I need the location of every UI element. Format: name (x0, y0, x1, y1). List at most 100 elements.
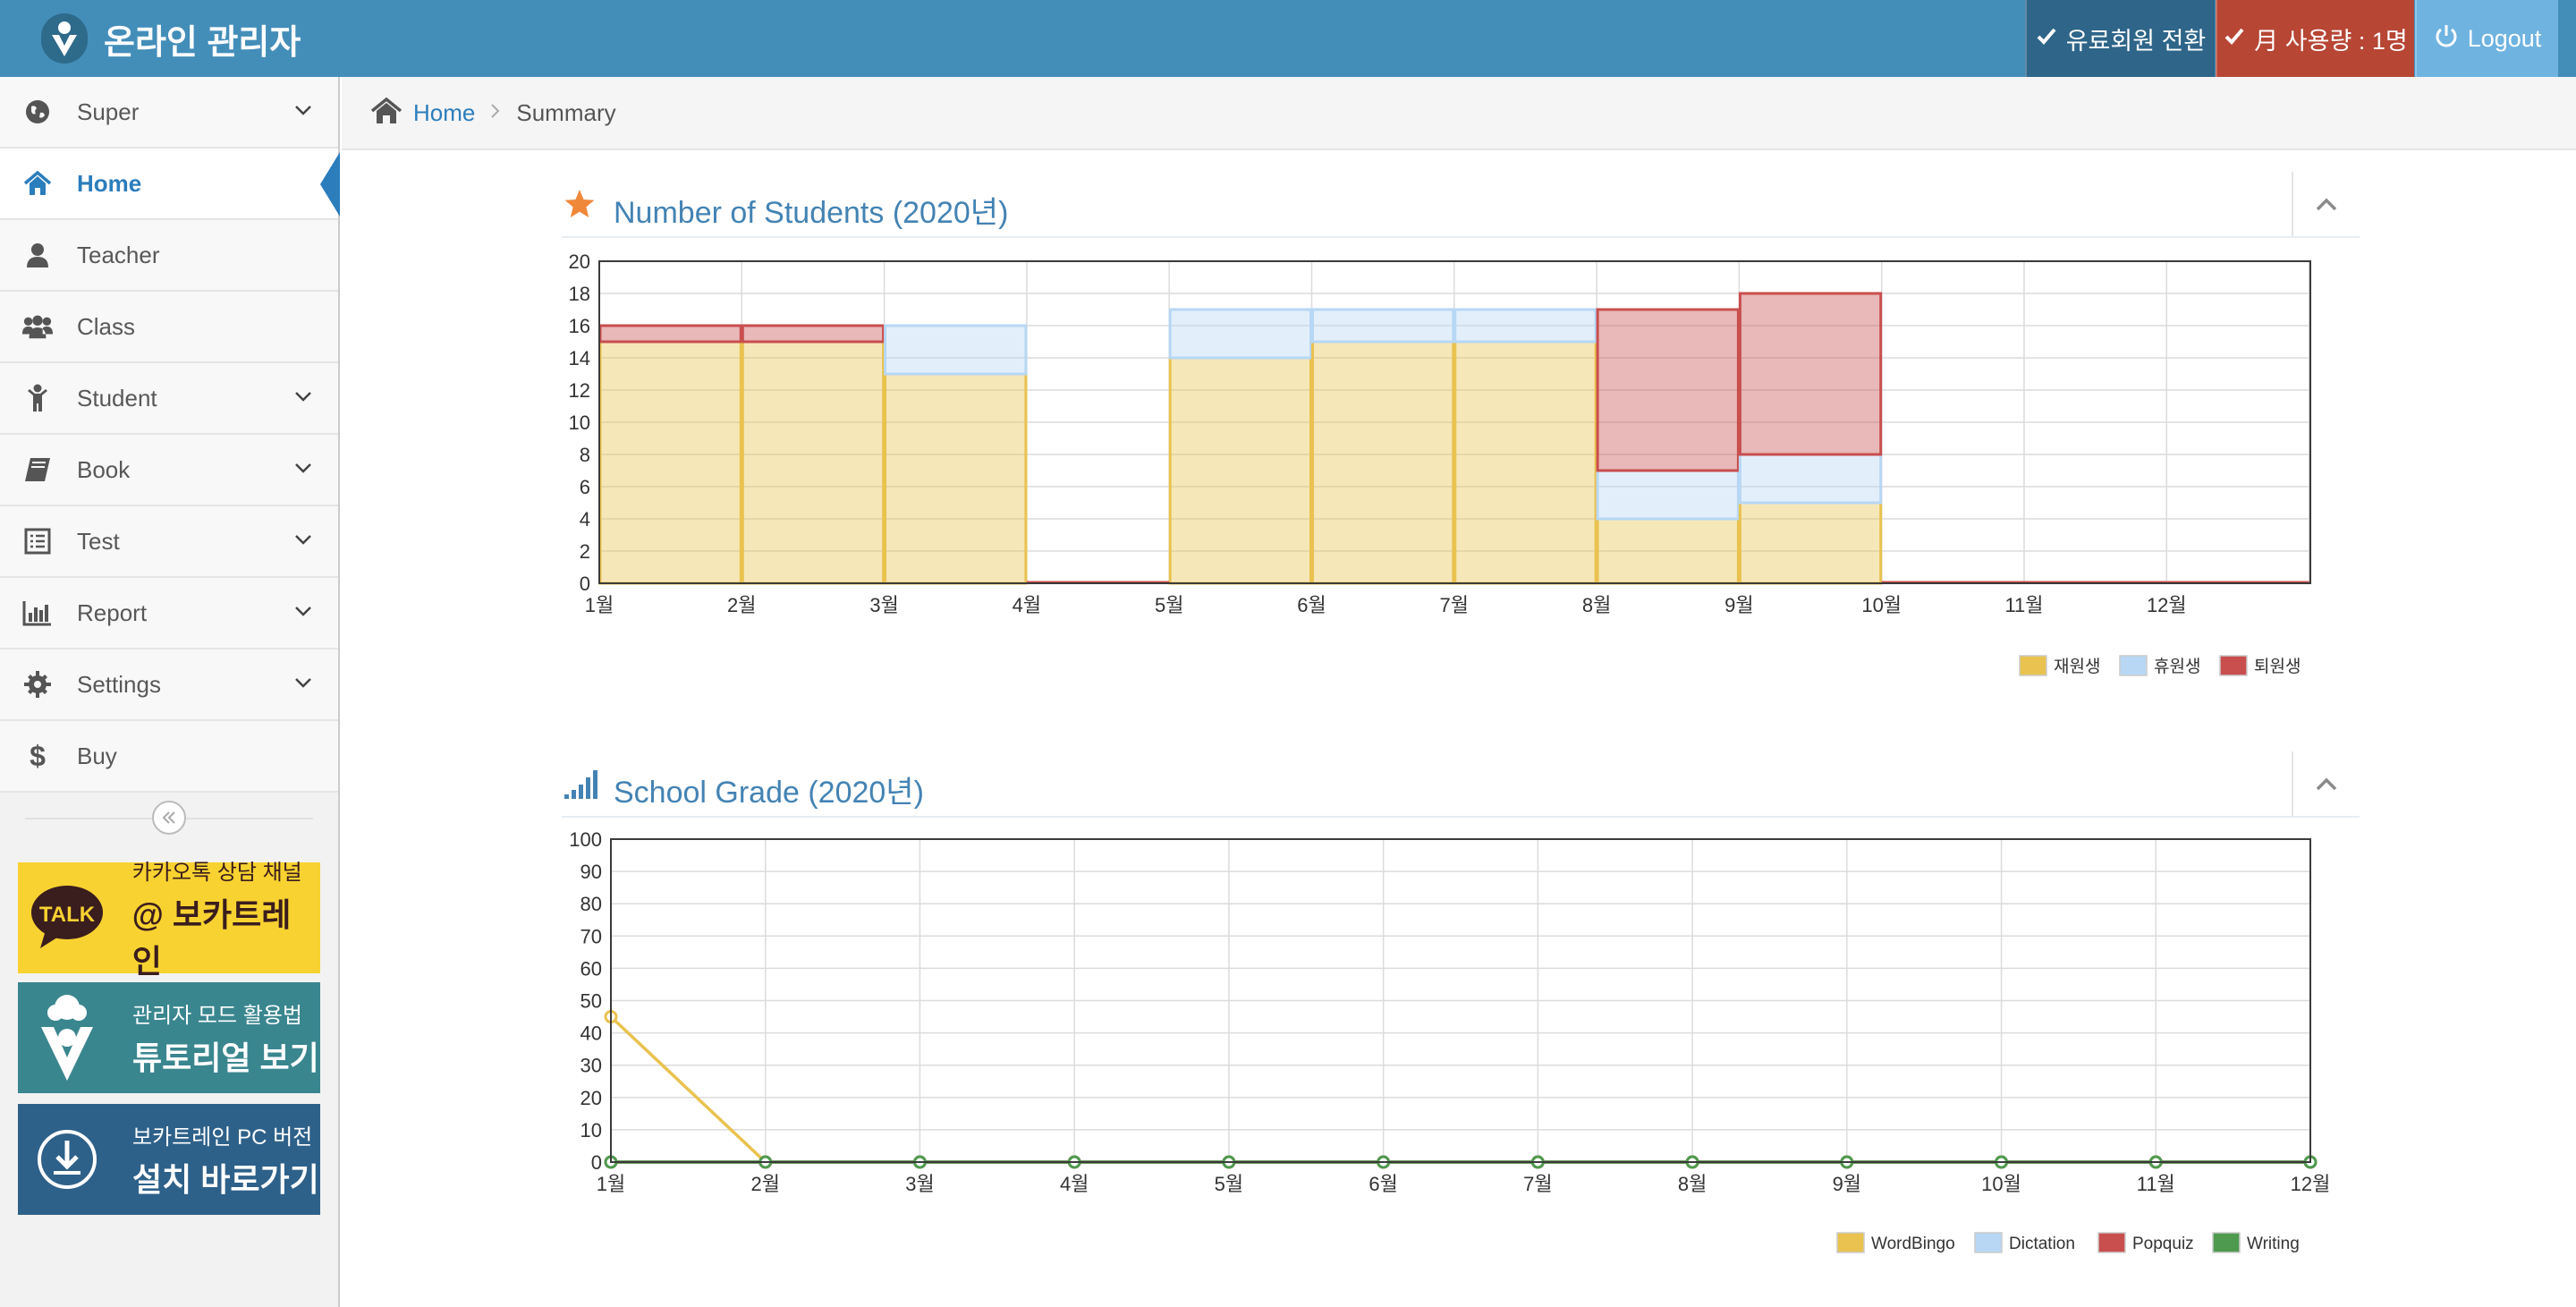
gear-icon (21, 668, 54, 700)
x-tick-label: 5월 (1155, 594, 1183, 616)
top-navbar: 온라인 관리자 유료회원 전환 月 사용량 : 1명 Logout (0, 0, 2576, 77)
series-line (609, 1015, 2310, 1164)
y-tick-label: 20 (569, 250, 590, 273)
data-point (1067, 1155, 1081, 1169)
banner-title: @ 보카트레인 (131, 895, 292, 980)
mascot-icon (27, 993, 107, 1082)
data-point (912, 1155, 927, 1169)
data-point (604, 1155, 618, 1169)
bar-segment (1311, 340, 1455, 585)
kakao-channel-banner[interactable]: TALK 카카오톡 상담 채널 @ 보카트레인 (18, 861, 320, 980)
x-tick-label: 5월 (1215, 1173, 1243, 1195)
data-point (1067, 1155, 1081, 1169)
y-tick-label: 16 (569, 315, 590, 337)
brand[interactable]: 온라인 관리자 (41, 11, 301, 66)
y-tick-label: 10 (580, 1119, 602, 1142)
x-tick-label: 9월 (1833, 1173, 1861, 1195)
users-icon (21, 310, 54, 343)
tutorial-banner[interactable]: 관리자 모드 활용법 튜토리얼 보기 (18, 982, 320, 1093)
sidebar-item-report[interactable]: Report (0, 578, 338, 649)
data-point (1840, 1155, 1854, 1169)
sidebar-item-super[interactable]: Super (0, 77, 338, 149)
upgrade-membership-button[interactable]: 유료회원 전환 (2025, 0, 2215, 77)
y-tick-label: 18 (569, 283, 590, 305)
data-point (2148, 1155, 2163, 1169)
data-point (1067, 1155, 1081, 1169)
y-tick-label: 2 (580, 540, 590, 563)
banner-subtitle: 관리자 모드 활용법 (132, 1003, 302, 1028)
data-point (1995, 1155, 2009, 1169)
bar-segment (1311, 308, 1455, 344)
data-point (604, 1155, 618, 1169)
chevron-right-icon (489, 101, 502, 124)
sidebar-item-home[interactable]: Home (0, 149, 340, 220)
plot-border (610, 838, 2311, 1163)
legend-label: WordBingo (1871, 1235, 1955, 1253)
data-point (2303, 1155, 2318, 1169)
data-point (912, 1155, 927, 1169)
sidebar-item-test[interactable]: Test (0, 506, 338, 578)
user-icon (21, 239, 54, 271)
sidebar-item-label: Home (77, 169, 142, 197)
bar-segment (884, 324, 1028, 376)
app-title: 온라인 관리자 (104, 23, 301, 62)
sidebar-item-label: Report (77, 598, 148, 626)
sidebar-item-label: Super (77, 98, 140, 125)
logout-button[interactable]: Logout (2415, 0, 2558, 77)
bar-segment (598, 340, 742, 585)
bar-segment (1738, 453, 1883, 505)
x-tick-label: 3월 (869, 594, 898, 616)
data-point (1840, 1155, 1854, 1169)
data-point (758, 1155, 773, 1169)
pc-install-banner[interactable]: 보카트레인 PC 버전 설치 바로가기 (18, 1104, 320, 1215)
data-point (1222, 1155, 1236, 1169)
x-tick-label: 10월 (1981, 1173, 2021, 1195)
home-icon[interactable] (370, 97, 402, 130)
double-chevron-left-icon[interactable] (152, 801, 186, 835)
chevron-down-icon (293, 386, 313, 411)
sidebar-item-book[interactable]: Book (0, 435, 338, 506)
sidebar-item-buy[interactable]: $ Buy (0, 721, 338, 793)
chevron-down-icon (293, 673, 313, 697)
sidebar-item-class[interactable]: Class (0, 292, 338, 363)
y-tick-label: 40 (580, 1023, 602, 1045)
x-tick-label: 4월 (1013, 594, 1041, 616)
legend-label: Popquiz (2132, 1235, 2194, 1253)
bar-segment (1596, 308, 1740, 472)
students-widget-title: Number of Students (2020년) (614, 196, 1009, 230)
banner-title: 설치 바로가기 (132, 1160, 319, 1198)
sidebar-item-settings[interactable]: Settings (0, 649, 338, 721)
legend-swatch (2097, 1232, 2126, 1253)
bar-segment (1596, 517, 1740, 585)
kakao-talk-icon: TALK (27, 873, 107, 963)
sidebar: Super Home Teacher Class Student Book Te… (0, 77, 340, 1307)
sidebar-item-student[interactable]: Student (0, 363, 338, 435)
breadcrumb-current: Summary (516, 98, 616, 126)
monthly-usage-button[interactable]: 月 사용량 : 1명 (2216, 0, 2414, 77)
bar-segment (1453, 340, 1597, 585)
plot-border (598, 260, 2311, 584)
data-point (2148, 1155, 2163, 1169)
breadcrumb-home-link[interactable]: Home (413, 99, 475, 127)
legend-swatch (2119, 655, 2148, 676)
legend-swatch (2219, 655, 2248, 676)
collapse-chevron-up-icon[interactable] (2292, 172, 2360, 236)
bar-segment (1738, 292, 1883, 456)
collapse-chevron-up-icon[interactable] (2292, 751, 2360, 816)
bar-segment (1596, 469, 1740, 521)
sidebar-item-label: Settings (77, 670, 161, 698)
sidebar-item-label: Student (77, 384, 157, 412)
data-point (2303, 1155, 2318, 1169)
legend-label: 휴원생 (2154, 657, 2200, 676)
star-icon (564, 188, 596, 225)
x-tick-label: 12월 (2147, 594, 2187, 616)
svg-text:$: $ (30, 741, 46, 771)
data-point (1377, 1155, 1391, 1169)
sidebar-collapse-row (0, 793, 338, 843)
data-point (1377, 1155, 1391, 1169)
data-point (1995, 1155, 2009, 1169)
data-point (604, 1155, 618, 1169)
bar-segment (1168, 308, 1312, 360)
data-point (1995, 1155, 2009, 1169)
sidebar-item-teacher[interactable]: Teacher (0, 220, 338, 292)
